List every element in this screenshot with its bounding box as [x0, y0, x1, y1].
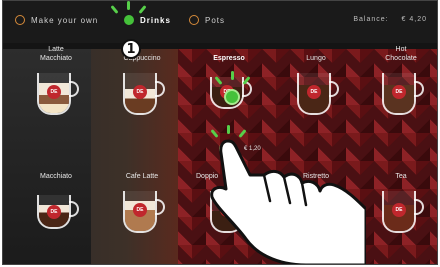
product-latte-macchiato[interactable]: Latte Macchiato DE	[13, 43, 99, 143]
coffee-machine-screen: Make your own Drinks Pots Balance: € 4,2…	[2, 0, 438, 265]
cup-icon: DE	[37, 195, 79, 237]
product-label: Cappuccino	[123, 55, 161, 62]
step-number-badge: 1	[121, 39, 141, 59]
tab-make-your-own-label: Make your own	[31, 15, 99, 25]
product-cafe-latte[interactable]: Cafe Latte DE	[99, 161, 185, 261]
product-macchiato[interactable]: Macchiato DE	[13, 161, 99, 261]
product-hot-chocolate[interactable]: Hot Chocolate DE	[358, 43, 437, 143]
cup-icon: DE	[123, 191, 165, 233]
cup-icon: DE	[382, 191, 424, 233]
product-label: Lungo	[306, 55, 326, 62]
make-your-own-icon	[15, 15, 25, 25]
product-label: Hot Chocolate	[385, 46, 417, 62]
cup-icon: DE	[123, 73, 165, 115]
pointing-hand-icon	[210, 139, 366, 264]
product-label: Tea	[395, 173, 407, 180]
product-label: Espresso	[213, 55, 245, 62]
product-tea[interactable]: Tea DE	[358, 161, 437, 261]
product-label: Macchiato	[40, 173, 72, 180]
drinks-icon	[124, 15, 134, 25]
tab-pots-label: Pots	[205, 15, 226, 25]
tab-drinks-label: Drinks	[140, 15, 171, 25]
balance-label: Balance:	[353, 16, 389, 23]
product-lungo[interactable]: Lungo DE	[273, 43, 359, 143]
cup-icon: DE	[37, 73, 79, 115]
cup-icon: DE	[297, 73, 339, 115]
product-cappuccino[interactable]: Cappuccino DE	[99, 43, 185, 143]
tab-drinks[interactable]: Drinks	[124, 15, 171, 25]
product-label: Cafe Latte	[125, 173, 159, 180]
top-bar: Make your own Drinks Pots Balance: € 4,2…	[3, 1, 437, 43]
balance-display: Balance: € 4,20	[353, 16, 427, 23]
balance-value: € 4,20	[401, 16, 427, 23]
pots-icon	[189, 15, 199, 25]
tab-pots[interactable]: Pots	[189, 15, 225, 25]
cup-icon: DE	[382, 73, 424, 115]
product-label: Latte Macchiato	[40, 46, 72, 62]
tab-make-your-own[interactable]: Make your own	[15, 15, 98, 25]
